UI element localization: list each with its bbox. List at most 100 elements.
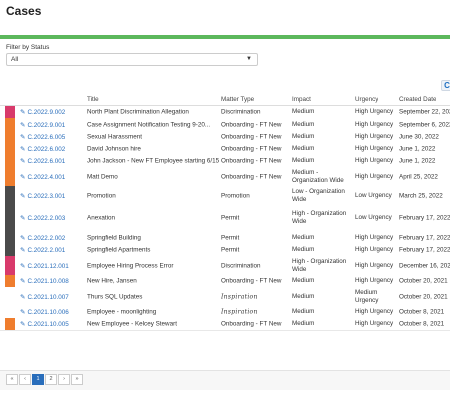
previous-page-button[interactable]: ‹ — [19, 374, 31, 385]
edit-icon: ✎ — [20, 173, 26, 181]
case-id[interactable]: C.2022.9.001 — [27, 122, 65, 129]
cell-matter-type: Onboarding - FT New — [221, 121, 282, 128]
edit-icon: ✎ — [20, 234, 26, 242]
case-id-link[interactable]: ✎ C.2022.9.002 — [20, 108, 86, 116]
pagination: « ‹ 1 2 › » — [6, 374, 84, 385]
case-id[interactable]: C.2021.10.006 — [27, 309, 68, 316]
edit-icon: ✎ — [20, 109, 26, 116]
cell-title: Case Assignment Notification Testing 9-2… — [87, 121, 211, 128]
edit-icon: ✎ — [20, 158, 26, 165]
case-id-link[interactable]: ✎ C.2022.9.001 — [20, 121, 86, 129]
cell-impact: Medium — [292, 320, 315, 327]
cell-created-date: October 8, 2021 — [399, 308, 445, 316]
cell-matter-type: Onboarding - FT New — [221, 277, 282, 285]
cell-urgency: High Urgency — [355, 145, 394, 152]
cell-created-date: February 17, 2022 — [399, 214, 450, 222]
cell-impact: Medium — [292, 145, 315, 152]
case-id[interactable]: C.2022.6.005 — [27, 134, 65, 141]
accent-bar — [0, 35, 450, 39]
cell-title: Springfield Building — [87, 234, 141, 241]
edit-icon: ✎ — [20, 293, 26, 301]
case-id-link[interactable]: ✎ C.2022.2.001 — [20, 246, 86, 254]
table-row[interactable]: ✎ C.2021.10.007 Thurs SQL Updates Inspirati… — [0, 287, 450, 307]
case-id[interactable]: C.2022.6.002 — [27, 146, 65, 153]
cell-created-date: April 25, 2022 — [399, 173, 438, 180]
case-id-link[interactable]: ✎ C.2021.10.007 — [20, 293, 86, 301]
case-id[interactable]: C.2022.2.003 — [27, 215, 65, 222]
status-indicator — [5, 155, 15, 167]
cell-created-date: September 6, 2022 — [399, 121, 450, 128]
cell-title: Employee - moonlighting — [87, 308, 157, 316]
cell-impact: Medium — [292, 108, 315, 115]
case-id-link[interactable]: ✎ C.2022.2.003 — [20, 214, 86, 222]
cell-title: North Plant Discrimination Allegation — [87, 108, 189, 116]
column-header-matter-type[interactable]: Matter Type — [221, 96, 254, 103]
table-row[interactable]: ✎ C.2022.2.002 Springfield Building Permit M… — [0, 231, 450, 245]
column-header-impact[interactable]: Impact — [292, 96, 311, 103]
case-id[interactable]: C.2021.10.008 — [27, 278, 68, 285]
status-filter-select[interactable]: All ▼ — [6, 53, 258, 66]
cell-title: Matt Demo — [87, 173, 118, 180]
cell-title: Employee Hiring Process Error — [87, 262, 174, 269]
table-row[interactable]: ✎ C.2021.12.001 Employee Hiring Process Er… — [0, 256, 450, 276]
cell-impact: High - Organization Wide — [292, 210, 347, 225]
cell-title: Promotion — [87, 192, 116, 199]
status-indicator — [5, 244, 15, 256]
case-id[interactable]: C.2022.2.002 — [27, 235, 65, 242]
next-page-button[interactable]: › — [58, 374, 70, 385]
table-row[interactable]: ✎ C.2022.9.001 Case Assignment Notificatio… — [0, 118, 450, 132]
status-indicator — [5, 106, 15, 118]
case-id[interactable]: C.2022.3.001 — [27, 193, 65, 200]
case-id-link[interactable]: ✎ C.2022.4.001 — [20, 173, 86, 181]
case-id-link[interactable]: ✎ C.2022.2.002 — [20, 234, 86, 242]
case-id[interactable]: C.2022.4.001 — [27, 174, 65, 181]
first-page-button[interactable]: « — [6, 374, 18, 385]
case-id-link[interactable]: ✎ C.2021.12.001 — [20, 262, 86, 270]
cell-matter-type: Permit — [221, 234, 240, 241]
cell-matter-type: Onboarding - FT New — [221, 133, 282, 141]
case-id[interactable]: C.2021.10.005 — [27, 321, 68, 328]
page-button-2[interactable]: 2 — [45, 374, 57, 385]
cell-created-date: March 25, 2022 — [399, 192, 443, 199]
case-id-link[interactable]: ✎ C.2021.10.006 — [20, 308, 86, 316]
case-id-link[interactable]: ✎ C.2022.3.001 — [20, 192, 86, 200]
edit-icon: ✎ — [20, 309, 26, 316]
status-indicator — [5, 275, 15, 287]
chevron-down-icon: ▼ — [246, 56, 252, 62]
cell-matter-type: Inspiration — [221, 308, 258, 316]
case-id-link[interactable]: ✎ C.2022.6.002 — [20, 145, 86, 153]
case-id[interactable]: C.2021.12.001 — [27, 263, 68, 270]
case-id[interactable]: C.2022.6.001 — [27, 158, 65, 165]
status-indicator — [5, 186, 15, 205]
cell-urgency: Low Urgency — [355, 191, 392, 199]
cell-urgency: High Urgency — [355, 133, 394, 140]
table-row[interactable]: ✎ C.2021.10.005 New Employee - Kelcey Stew… — [0, 318, 450, 331]
case-id[interactable]: C.2022.9.002 — [27, 109, 65, 116]
edit-icon: ✎ — [20, 262, 26, 270]
case-id-link[interactable]: ✎ C.2021.10.008 — [20, 277, 86, 285]
refresh-icon[interactable]: C — [441, 80, 450, 91]
table-row[interactable]: ✎ C.2022.4.001 Matt Demo Onboarding - FT Ne… — [0, 167, 450, 187]
cell-urgency: High Urgency — [355, 157, 394, 164]
cell-title: Springfield Apartments — [87, 246, 151, 254]
cell-urgency: High Urgency — [355, 120, 394, 128]
cell-urgency: High Urgency — [355, 108, 394, 115]
last-page-button[interactable]: » — [71, 374, 83, 385]
column-header-title[interactable]: Title — [87, 96, 99, 103]
case-id-link[interactable]: ✎ C.2021.10.005 — [20, 320, 86, 328]
case-id[interactable]: C.2022.2.001 — [27, 247, 65, 254]
column-header-created-date[interactable]: Created Date — [399, 96, 436, 103]
table-row[interactable]: ✎ C.2022.2.003 Anexation Permit High - Organ… — [0, 205, 450, 232]
page-button-1[interactable]: 1 — [32, 374, 44, 385]
status-indicator — [5, 131, 15, 143]
cell-created-date: June 1, 2022 — [399, 145, 436, 153]
edit-icon: ✎ — [20, 247, 26, 254]
case-id-link[interactable]: ✎ C.2022.6.005 — [20, 133, 86, 141]
cell-created-date: December 16, 2021 — [399, 262, 450, 269]
case-id[interactable]: C.2021.10.007 — [27, 294, 68, 301]
column-header-urgency[interactable]: Urgency — [355, 96, 378, 103]
cell-impact: Low - Organization Wide — [292, 187, 345, 203]
case-id-link[interactable]: ✎ C.2022.6.001 — [20, 157, 86, 165]
table-row[interactable]: ✎ C.2022.3.001 Promotion Promotion Low - Org… — [0, 186, 450, 206]
cell-title: Anexation — [87, 214, 116, 222]
